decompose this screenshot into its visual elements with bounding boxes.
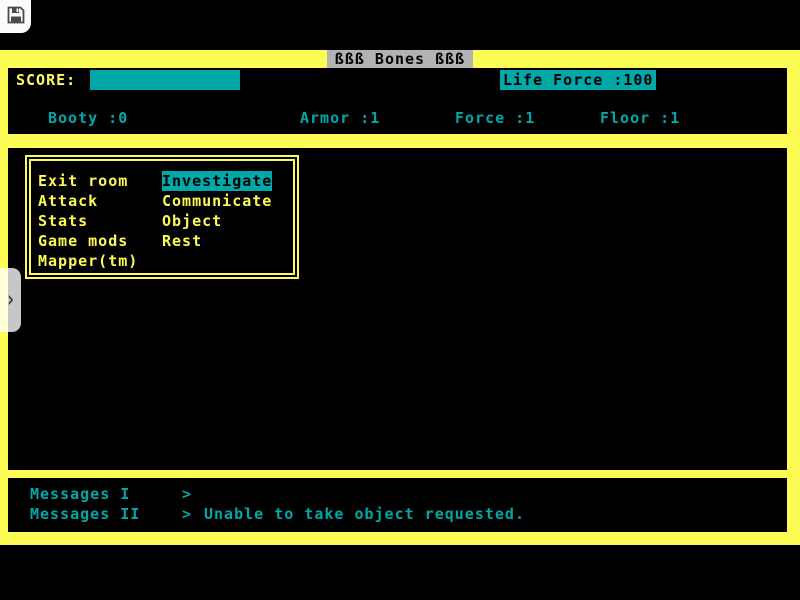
menu-item-investigate[interactable]: Investigate xyxy=(162,171,272,191)
stat-armor: Armor :1 xyxy=(300,108,380,128)
messages-1-prompt: > xyxy=(182,484,192,504)
title-bar: ßßß Bones ßßß xyxy=(0,50,800,68)
messages-2-text: Unable to take object requested. xyxy=(204,504,525,524)
game-window: ßßß Bones ßßß SCORE: 0 Life Force :100 B… xyxy=(0,50,800,545)
stat-floor: Floor :1 xyxy=(600,108,680,128)
score-bar: 0 xyxy=(90,70,240,90)
status-panel: SCORE: 0 Life Force :100 Booty :0 Armor … xyxy=(8,68,787,134)
main-panel: Exit room Attack Stats Game mods Mapper(… xyxy=(8,148,787,470)
message-row-1: Messages I > xyxy=(8,484,787,504)
stat-booty: Booty :0 xyxy=(48,108,128,128)
screen: ßßß Bones ßßß SCORE: 0 Life Force :100 B… xyxy=(0,0,800,600)
messages-panel: Messages I > Messages II > Unable to tak… xyxy=(8,478,787,532)
menu-item-attack[interactable]: Attack xyxy=(38,191,138,211)
menu-item-mapper[interactable]: Mapper(tm) xyxy=(38,251,138,271)
drawer-handle[interactable]: › xyxy=(0,268,21,332)
stat-force: Force :1 xyxy=(455,108,535,128)
score-value: 0 xyxy=(224,91,234,109)
action-menu: Exit room Attack Stats Game mods Mapper(… xyxy=(25,155,299,279)
chevron-right-icon: › xyxy=(5,289,15,311)
message-row-2: Messages II > Unable to take object requ… xyxy=(8,504,787,524)
messages-2-prompt: > xyxy=(182,504,192,524)
menu-item-exit-room[interactable]: Exit room xyxy=(38,171,138,191)
messages-2-label: Messages II xyxy=(30,504,140,524)
score-label: SCORE: xyxy=(16,70,76,90)
floppy-disk-icon xyxy=(6,5,26,28)
page-title: ßßß Bones ßßß xyxy=(327,50,473,68)
menu-column-2: Investigate Communicate Object Rest xyxy=(162,171,272,251)
menu-column-1: Exit room Attack Stats Game mods Mapper(… xyxy=(38,171,138,271)
save-button[interactable] xyxy=(0,0,31,33)
menu-item-object[interactable]: Object xyxy=(162,211,272,231)
menu-item-communicate[interactable]: Communicate xyxy=(162,191,272,211)
menu-item-game-mods[interactable]: Game mods xyxy=(38,231,138,251)
life-force-badge: Life Force :100 xyxy=(500,70,656,90)
messages-1-label: Messages I xyxy=(30,484,130,504)
menu-item-rest[interactable]: Rest xyxy=(162,231,272,251)
menu-item-stats[interactable]: Stats xyxy=(38,211,138,231)
